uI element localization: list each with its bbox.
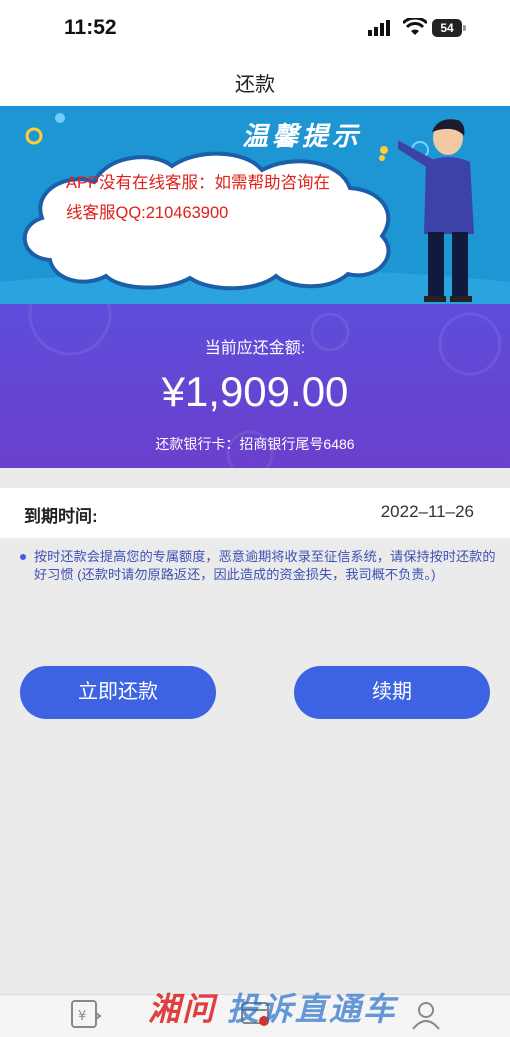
bullet-icon — [20, 554, 26, 560]
notice-line-1: APP没有在线客服：如需帮助咨询在 — [66, 174, 331, 192]
repayment-tip: 按时还款会提高您的专属额度，恶意逾期将收录至征信系统，请保持按时还款的好习惯 (… — [20, 548, 496, 584]
signal-icon — [368, 20, 390, 36]
wifi-icon — [403, 18, 427, 35]
status-time: 11:52 — [64, 16, 117, 39]
due-date-row: 到期时间: 2022–11–26 — [0, 488, 510, 538]
due-date-label: 到期时间: — [24, 507, 98, 526]
bank-card-info: 还款银行卡：招商银行尾号6486 — [155, 436, 355, 452]
tip-text: 按时还款会提高您的专属额度，恶意逾期将收录至征信系统，请保持按时还款的好习惯 (… — [34, 549, 496, 582]
person-illustration — [398, 119, 474, 302]
status-bar: 11:52 54 — [0, 0, 510, 58]
amount-label: 当前应还金额: — [204, 340, 306, 357]
repay-now-button[interactable]: 立即还款 — [20, 666, 216, 719]
amount-value: ¥1,909.00 — [161, 368, 349, 415]
notice-text: APP没有在线客服：如需帮助咨询在 线客服QQ:210463900 — [66, 168, 366, 228]
nav-bar: 还款 — [0, 58, 510, 106]
watermark: 湘问 投诉直通车 — [148, 984, 397, 1030]
watermark-part-2: 投诉直通车 — [226, 991, 397, 1027]
renew-button[interactable]: 续期 — [294, 666, 490, 719]
notice-banner: 温馨提示 APP没有在线客服：如需帮助咨询在 线客服QQ:210463900 — [0, 106, 510, 304]
amount-card: 当前应还金额: ¥1,909.00 还款银行卡：招商银行尾号6486 — [0, 304, 510, 468]
user-icon[interactable] — [410, 999, 442, 1031]
watermark-part-1: 湘问 — [148, 991, 217, 1027]
battery-tip — [463, 25, 466, 31]
battery-icon: 54 — [432, 19, 462, 37]
yen-icon[interactable]: ¥ — [70, 999, 104, 1031]
due-date-value: 2022–11–26 — [380, 502, 474, 521]
page-title: 还款 — [235, 74, 275, 96]
notice-line-2: 线客服QQ:210463900 — [66, 204, 229, 222]
svg-text:¥: ¥ — [78, 1009, 86, 1024]
